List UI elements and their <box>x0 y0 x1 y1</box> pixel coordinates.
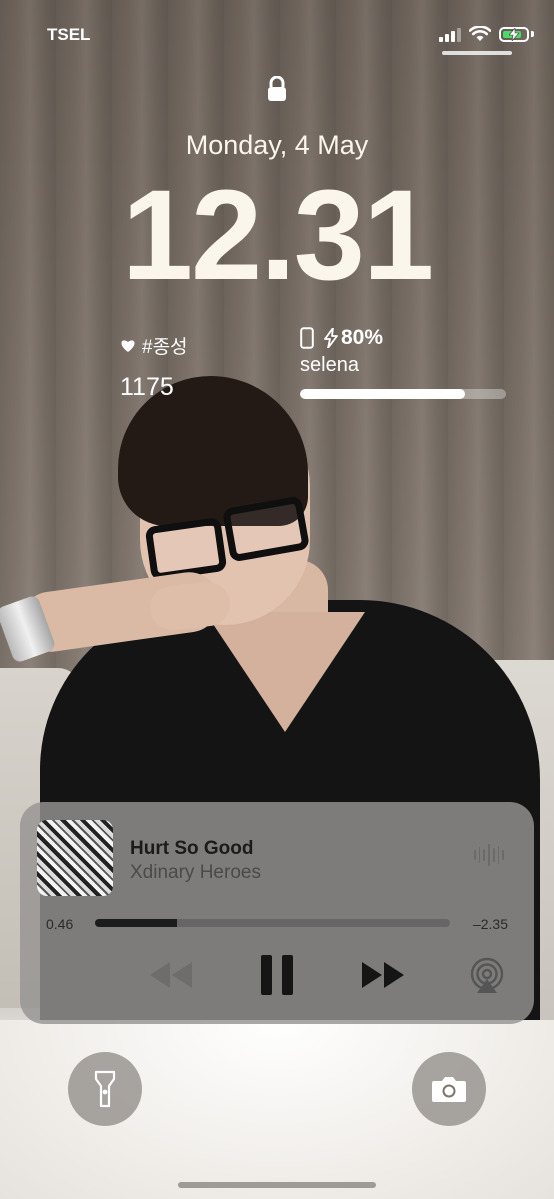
home-indicator[interactable] <box>178 1182 376 1188</box>
flashlight-button[interactable] <box>68 1052 142 1126</box>
lock-screen-date: Monday, 4 May <box>185 130 369 160</box>
battery-icon <box>499 26 529 42</box>
status-icons <box>439 22 534 46</box>
battery-percentage: 80% <box>341 326 384 349</box>
bolt-icon <box>324 328 338 348</box>
countdown-value: 1175 <box>120 373 174 401</box>
track-title: Hurt So Good <box>130 838 254 859</box>
device-name: selena <box>300 354 359 376</box>
lock-screen-time: 12.31 <box>121 164 434 307</box>
battery-level-fill <box>300 389 465 399</box>
airplay-icon[interactable] <box>468 957 506 995</box>
countdown-label: #종성 <box>142 337 188 358</box>
track-artist: Xdinary Heroes <box>130 862 261 883</box>
lock-icon <box>268 76 286 101</box>
wifi-icon <box>469 26 491 41</box>
waveform-icon <box>474 842 505 868</box>
camera-button[interactable] <box>412 1052 486 1126</box>
album-artwork[interactable] <box>37 820 113 896</box>
battery-widget[interactable]: 80% selena <box>300 326 506 399</box>
pause-icon[interactable] <box>258 954 296 996</box>
countdown-widget-header: #종성 <box>120 332 188 359</box>
carrier-name: TSEL <box>47 25 91 44</box>
battery-widget-header: 80% <box>300 326 506 350</box>
fast-forward-icon[interactable] <box>360 960 406 990</box>
phone-icon <box>300 327 314 349</box>
battery-level-bar <box>300 389 506 399</box>
flashlight-icon <box>94 1070 116 1108</box>
playback-scrubber[interactable] <box>95 919 450 927</box>
playback-progress-fill <box>95 919 177 927</box>
camera-icon <box>432 1077 466 1102</box>
heart-icon <box>121 339 135 352</box>
status-bar: TSEL <box>0 0 554 70</box>
lock-screen: TSEL Monday, 4 May 12.31 #종성 1175 80% se… <box>0 0 554 1199</box>
charging-bolt-icon <box>509 27 519 41</box>
elapsed-time: 0.46 <box>46 916 74 932</box>
signal-icon <box>439 26 461 42</box>
countdown-widget[interactable]: #종성 1175 <box>120 332 188 402</box>
control-center-indicator[interactable] <box>442 51 512 55</box>
rewind-icon[interactable] <box>148 960 194 990</box>
remaining-time: –2.35 <box>472 916 508 932</box>
battery-cap <box>531 31 534 37</box>
now-playing-widget[interactable]: Hurt So Good Xdinary Heroes 0.46 –2.35 <box>20 802 534 1024</box>
